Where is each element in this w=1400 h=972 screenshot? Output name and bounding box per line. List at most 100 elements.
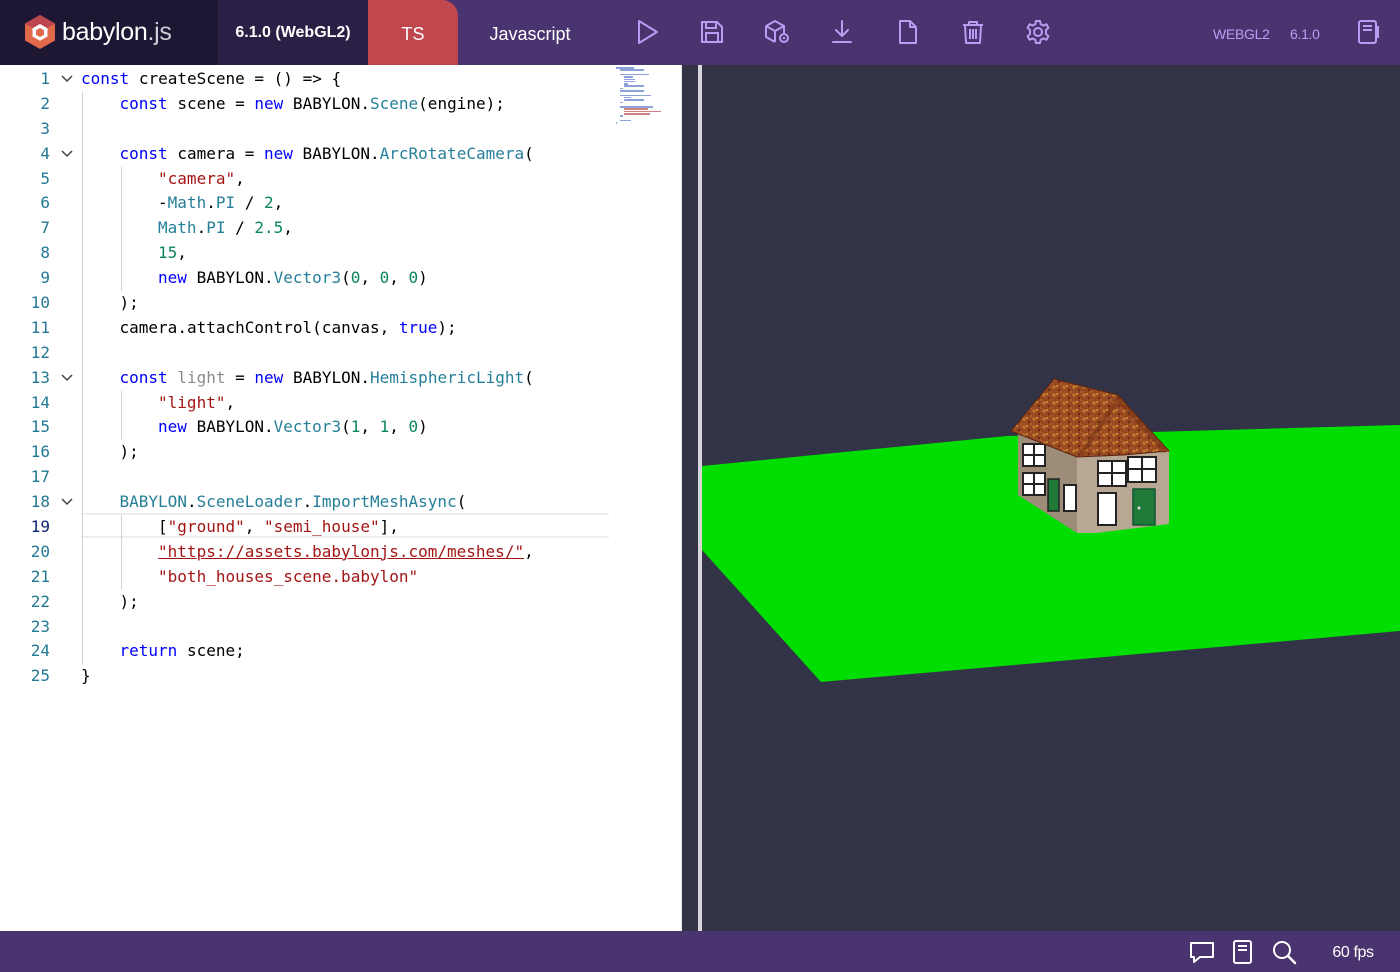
download-button[interactable] — [826, 16, 858, 48]
code-token: "ground" — [167, 517, 245, 537]
code-line[interactable]: 3 — [0, 117, 610, 142]
code-token: createScene = () => { — [138, 69, 342, 88]
new-button[interactable] — [892, 16, 924, 48]
code-line[interactable]: 10); — [0, 291, 610, 316]
code-token: 0 — [350, 268, 361, 288]
code-token: , — [244, 517, 264, 537]
code-token: ); — [119, 293, 139, 313]
code-line[interactable]: 18 BABYLON.SceneLoader.ImportMeshAsync( — [0, 490, 610, 515]
code-line[interactable]: 8 15, — [0, 241, 610, 266]
code-token: ) — [418, 417, 428, 437]
brand-logo[interactable]: babylon.js — [0, 0, 218, 65]
line-number: 25 — [30, 666, 50, 686]
minimap-line — [620, 106, 653, 108]
clear-button[interactable] — [957, 16, 989, 48]
tab-javascript[interactable]: Javascript — [445, 0, 615, 65]
docs-icon[interactable] — [1229, 938, 1257, 966]
new-file-icon — [899, 20, 917, 44]
code-token: 15 — [158, 243, 178, 263]
code-line[interactable]: 22); — [0, 590, 610, 615]
code-token: , — [273, 193, 284, 213]
examples-button[interactable] — [1352, 16, 1384, 48]
code-token: BABYLON — [119, 492, 187, 512]
code-line[interactable]: 2 const scene = new BABYLON.Scene(engine)… — [0, 92, 610, 117]
code-text: -Math.PI / 2, — [158, 191, 283, 216]
line-number: 18 — [30, 492, 50, 512]
code-editor[interactable]: 1 const createScene = () => {2 const scene… — [0, 65, 682, 931]
code-token: ImportMeshAsync — [312, 492, 457, 512]
minimap-line — [624, 110, 662, 113]
code-token: / — [225, 218, 255, 238]
feedback-icon[interactable] — [1188, 938, 1216, 966]
minimap-line — [616, 67, 634, 69]
code-line[interactable]: 20 "https://assets.babylonjs.com/meshes/"… — [0, 540, 610, 565]
house-door — [1132, 488, 1156, 526]
run-button[interactable] — [631, 16, 663, 48]
line-number: 11 — [30, 317, 50, 337]
fold-chevron-icon[interactable] — [60, 73, 74, 85]
save-button[interactable] — [696, 16, 728, 48]
code-line[interactable]: 11 camera.attachControl(canvas, true); — [0, 316, 610, 341]
line-number: 6 — [40, 193, 50, 213]
code-line[interactable]: 9 new BABYLON.Vector3(0, 0, 0) — [0, 266, 610, 291]
code-token: / — [235, 193, 265, 213]
code-token: BABYLON. — [186, 417, 274, 437]
line-number: 4 — [40, 143, 50, 163]
code-line[interactable]: 25} — [0, 664, 610, 689]
code-text: Math.PI / 2.5, — [158, 216, 293, 241]
code-token: ( — [524, 143, 534, 163]
code-text: const camera = new BABYLON.ArcRotateCame… — [120, 142, 534, 167]
code-text: ); — [120, 440, 139, 465]
code-line[interactable]: 6 -Math.PI / 2, — [0, 191, 610, 216]
code-text: ); — [120, 291, 139, 316]
code-text: } — [81, 664, 91, 689]
fold-chevron-icon[interactable] — [60, 496, 74, 508]
minimap-line — [616, 122, 618, 124]
code-lines[interactable]: 1 const createScene = () => {2 const scene… — [0, 67, 610, 689]
code-line[interactable]: 17 — [0, 465, 610, 490]
code-text: "camera", — [158, 167, 245, 192]
code-token: . — [196, 218, 207, 238]
minimap-line — [624, 113, 651, 115]
code-token: 0 — [379, 268, 390, 288]
code-token: , — [360, 417, 380, 437]
minimap[interactable] — [612, 67, 682, 127]
code-token: ( — [341, 417, 351, 437]
code-line[interactable]: 21 "both_houses_scene.babylon" — [0, 565, 610, 590]
render-canvas[interactable] — [682, 65, 1400, 931]
code-line[interactable]: 24 return scene; — [0, 639, 610, 664]
indent-guide — [120, 515, 122, 590]
code-line[interactable]: 15 new BABYLON.Vector3(1, 1, 0) — [0, 415, 610, 440]
line-number: 12 — [30, 342, 50, 362]
code-line[interactable]: 12 — [0, 341, 610, 366]
code-token: 0 — [408, 268, 419, 288]
search-icon[interactable] — [1270, 938, 1298, 966]
line-number: 16 — [30, 442, 50, 462]
status-bar: 60 fps — [0, 931, 1400, 972]
code-line[interactable]: 1 const createScene = () => { — [0, 67, 610, 92]
version-selector[interactable]: 6.1.0 (WebGL2) — [218, 0, 368, 65]
inspector-button[interactable] — [761, 16, 793, 48]
code-line[interactable]: 23 — [0, 615, 610, 640]
code-token: . — [302, 492, 313, 512]
code-line[interactable]: 4 const camera = new BABYLON.ArcRotateCam… — [0, 142, 610, 167]
code-line[interactable]: 16); — [0, 440, 610, 465]
trash-icon — [963, 21, 983, 44]
code-text: ); — [120, 590, 139, 615]
code-line[interactable]: 13 const light = new BABYLON.HemisphericL… — [0, 366, 610, 391]
code-text: "light", — [158, 391, 235, 416]
code-line[interactable]: 19 ["ground", "semi_house"], — [0, 515, 610, 540]
fold-chevron-icon[interactable] — [60, 148, 74, 160]
code-text: "https://assets.babylonjs.com/meshes/", — [158, 540, 534, 565]
code-line[interactable]: 7 Math.PI / 2.5, — [0, 216, 610, 241]
code-text: "both_houses_scene.babylon" — [158, 565, 418, 590]
tab-typescript[interactable]: TS — [368, 0, 458, 65]
fold-chevron-icon[interactable] — [60, 372, 74, 384]
line-number: 14 — [30, 392, 50, 412]
settings-button[interactable] — [1022, 16, 1054, 48]
code-token: [ — [158, 517, 168, 537]
code-line[interactable]: 14 "light", — [0, 391, 610, 416]
code-token: new — [264, 143, 293, 163]
panel-splitter[interactable] — [682, 65, 702, 931]
code-line[interactable]: 5 "camera", — [0, 167, 610, 192]
